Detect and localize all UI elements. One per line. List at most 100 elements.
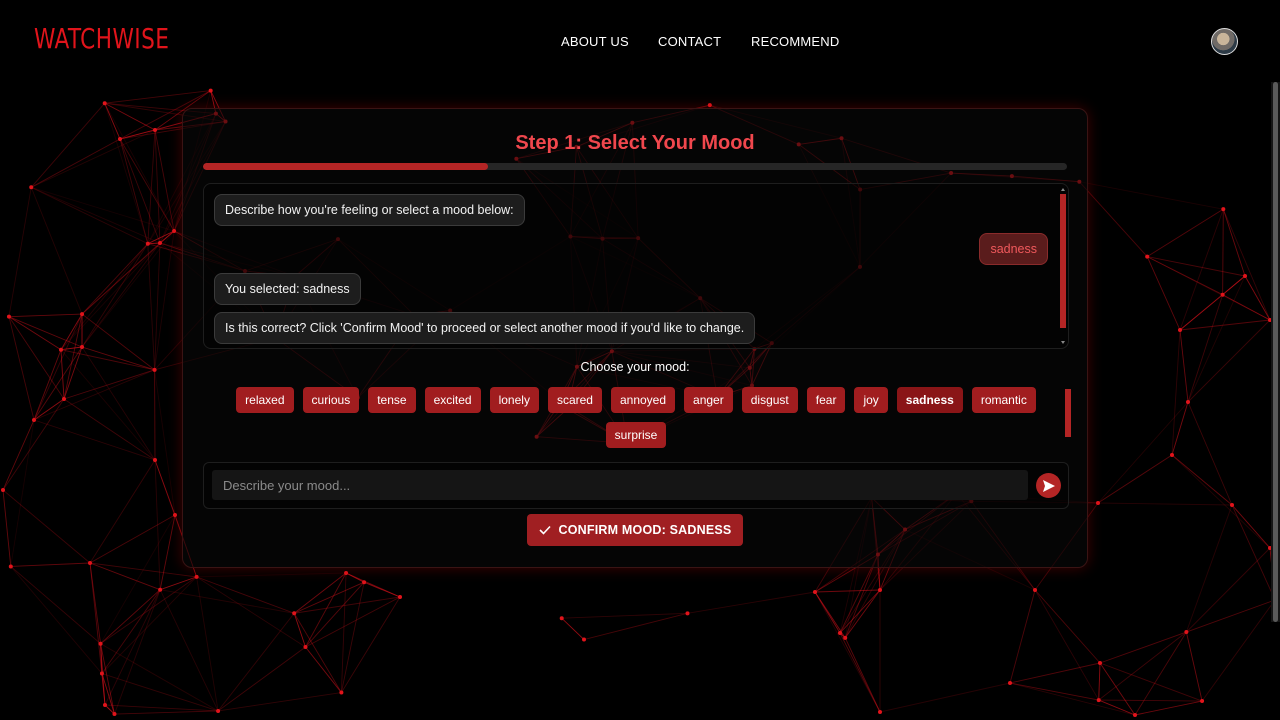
network-node bbox=[1221, 207, 1226, 212]
mood-sadness-button[interactable]: sadness bbox=[896, 387, 963, 413]
network-line bbox=[583, 612, 688, 640]
network-line bbox=[217, 646, 306, 712]
network-line bbox=[561, 617, 585, 640]
network-node bbox=[6, 314, 11, 319]
chat-scrollbar-thumb[interactable] bbox=[1060, 194, 1066, 328]
network-line bbox=[2, 398, 65, 491]
network-line bbox=[1098, 699, 1203, 702]
network-line bbox=[1034, 589, 1101, 664]
main-nav: ABOUT US CONTACT RECOMMEND bbox=[0, 34, 1280, 50]
network-line bbox=[1187, 294, 1224, 403]
network-line bbox=[1185, 504, 1233, 633]
network-node bbox=[58, 347, 63, 352]
mood-panel: Step 1: Select Your Mood Describe how yo… bbox=[182, 108, 1088, 568]
network-line bbox=[1186, 599, 1276, 633]
network-node bbox=[152, 367, 157, 372]
mood-options: relaxed curious tense excited lonely scared an… bbox=[233, 387, 1039, 448]
network-node bbox=[1133, 713, 1137, 717]
network-line bbox=[81, 242, 161, 315]
mood-surprise-button[interactable]: surprise bbox=[605, 422, 667, 448]
nav-recommend[interactable]: RECOMMEND bbox=[751, 34, 839, 49]
network-node bbox=[62, 397, 66, 401]
mood-input[interactable] bbox=[212, 470, 1028, 500]
page-scrollbar[interactable] bbox=[1271, 82, 1280, 622]
chat-message-bot: You selected: sadness bbox=[214, 273, 361, 305]
network-node bbox=[838, 631, 842, 635]
network-line bbox=[119, 138, 161, 244]
mood-tense-button[interactable]: tense bbox=[368, 387, 416, 413]
mood-romantic-button[interactable]: romantic bbox=[971, 387, 1036, 413]
network-node bbox=[1033, 588, 1037, 592]
network-line bbox=[81, 346, 156, 461]
network-line bbox=[154, 369, 176, 516]
network-node bbox=[32, 418, 36, 422]
network-line bbox=[101, 576, 197, 674]
network-line bbox=[33, 369, 155, 421]
network-line bbox=[1179, 319, 1271, 331]
scroll-down-arrow[interactable] bbox=[1061, 341, 1065, 344]
network-node bbox=[112, 712, 117, 717]
mood-scrollbar[interactable] bbox=[1064, 381, 1071, 439]
network-line bbox=[1097, 502, 1233, 506]
mood-disgust-button[interactable]: disgust bbox=[741, 387, 798, 413]
nav-about-us[interactable]: ABOUT US bbox=[561, 34, 629, 49]
mood-annoyed-button[interactable]: annoyed bbox=[610, 387, 676, 413]
network-node bbox=[1230, 503, 1234, 507]
network-line bbox=[839, 589, 881, 634]
mood-anger-button[interactable]: anger bbox=[684, 387, 733, 413]
chat-scrollbar[interactable] bbox=[1059, 188, 1067, 344]
network-node bbox=[1096, 501, 1100, 505]
network-line bbox=[305, 646, 342, 693]
network-line bbox=[1171, 401, 1189, 456]
network-line bbox=[100, 576, 197, 645]
network-node bbox=[153, 458, 157, 462]
nav-contact[interactable]: CONTACT bbox=[658, 34, 721, 49]
network-line bbox=[293, 581, 365, 614]
confirm-mood-button[interactable]: CONFIRM MOOD: SADNESS bbox=[527, 514, 743, 546]
network-line bbox=[1034, 589, 1100, 701]
network-line bbox=[1009, 682, 1099, 701]
network-node bbox=[80, 312, 85, 317]
mood-scrollbar-thumb[interactable] bbox=[1065, 389, 1071, 437]
network-node bbox=[878, 710, 882, 714]
network-line bbox=[687, 591, 816, 614]
network-node bbox=[158, 241, 162, 245]
network-node bbox=[1008, 681, 1012, 685]
chat-window: Describe how you're feeling or select a … bbox=[203, 183, 1069, 349]
network-line bbox=[60, 313, 83, 350]
network-line bbox=[1147, 256, 1246, 277]
network-node bbox=[172, 229, 177, 234]
header: WATCHWISE ABOUT US CONTACT RECOMMEND bbox=[0, 0, 1280, 82]
mood-relaxed-button[interactable]: relaxed bbox=[236, 387, 294, 413]
network-line bbox=[1146, 256, 1181, 331]
network-line bbox=[8, 313, 83, 318]
network-line bbox=[1009, 589, 1036, 684]
mood-curious-button[interactable]: curious bbox=[302, 387, 360, 413]
mood-lonely-button[interactable]: lonely bbox=[489, 387, 539, 413]
page-scrollbar-thumb[interactable] bbox=[1273, 82, 1278, 622]
network-line bbox=[1098, 662, 1101, 701]
network-line bbox=[104, 103, 149, 244]
network-line bbox=[293, 572, 347, 614]
network-line bbox=[160, 589, 295, 614]
network-line bbox=[159, 576, 197, 591]
send-button[interactable] bbox=[1036, 473, 1061, 498]
network-node bbox=[118, 137, 122, 141]
network-line bbox=[30, 102, 106, 188]
network-line bbox=[100, 514, 176, 644]
network-node bbox=[1184, 630, 1189, 635]
progress-fill bbox=[203, 163, 489, 170]
network-line bbox=[1099, 662, 1203, 702]
network-line bbox=[1097, 454, 1173, 504]
avatar[interactable] bbox=[1211, 28, 1238, 55]
mood-joy-button[interactable]: joy bbox=[854, 387, 888, 413]
network-line bbox=[159, 514, 176, 590]
mood-scared-button[interactable]: scared bbox=[547, 387, 602, 413]
network-line bbox=[2, 489, 12, 567]
network-line bbox=[1222, 208, 1271, 321]
mood-excited-button[interactable]: excited bbox=[424, 387, 481, 413]
network-node bbox=[80, 345, 84, 349]
mood-fear-button[interactable]: fear bbox=[806, 387, 846, 413]
scroll-up-arrow[interactable] bbox=[1061, 188, 1065, 191]
network-node bbox=[1, 488, 5, 492]
